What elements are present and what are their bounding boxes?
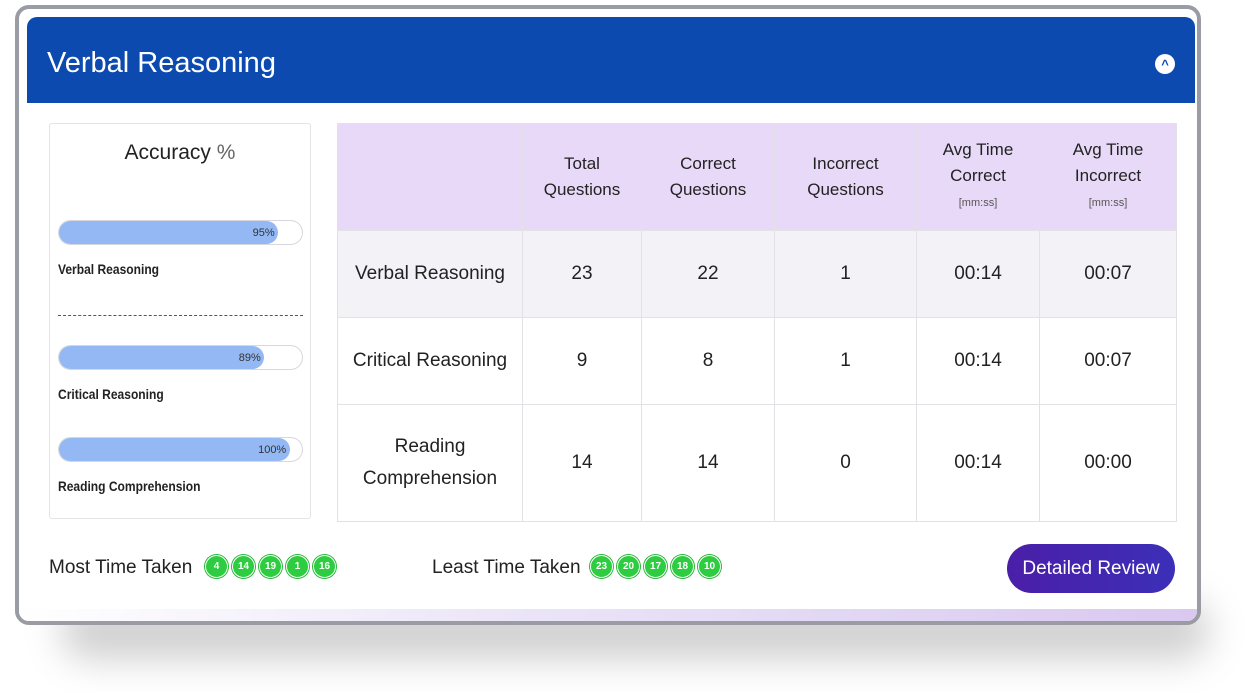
row-name: Reading [394, 436, 466, 457]
header-unit: [mm:ss] [1088, 197, 1128, 209]
section-header[interactable]: Verbal Reasoning ^ [27, 17, 1195, 103]
table-header-cell: Total Questions [522, 123, 642, 231]
header-line: Questions [807, 180, 884, 199]
table-header-cell: Correct Questions [641, 123, 775, 231]
least-time-questions: 23 20 17 18 10 [590, 555, 721, 578]
chevron-up-icon[interactable]: ^ [1155, 54, 1175, 74]
avg-incorrect-cell: 00:07 [1039, 317, 1177, 405]
accuracy-bar: 89% [58, 345, 303, 370]
question-chip[interactable]: 20 [617, 555, 640, 578]
question-chip[interactable]: 23 [590, 555, 613, 578]
total-cell: 14 [522, 404, 642, 522]
total-cell: 23 [522, 230, 642, 318]
row-name-cell: Verbal Reasoning [337, 230, 523, 318]
header-unit: [mm:ss] [958, 197, 998, 209]
accuracy-bar-label: Critical Reasoning [58, 386, 164, 402]
table-header-cell: Avg Time Correct [mm:ss] [916, 123, 1040, 231]
verbal-reasoning-card: Verbal Reasoning ^ Accuracy % 95% Verbal… [15, 5, 1201, 625]
accuracy-bar: 95% [58, 220, 303, 245]
question-chip[interactable]: 18 [671, 555, 694, 578]
accuracy-bar-label: Verbal Reasoning [58, 261, 160, 277]
incorrect-cell: 0 [774, 404, 917, 522]
total-cell: 9 [522, 317, 642, 405]
correct-cell: 22 [641, 230, 775, 318]
divider [58, 315, 303, 316]
avg-correct-cell: 00:14 [916, 317, 1040, 405]
question-chip[interactable]: 19 [259, 555, 282, 578]
avg-incorrect-cell: 00:07 [1039, 230, 1177, 318]
accuracy-bar-value: 95% [252, 227, 275, 239]
table-header-cell [337, 123, 523, 231]
accuracy-bar-label: Reading Comprehension [58, 478, 201, 494]
header-line: Avg Time [942, 140, 1014, 159]
least-time-label: Least Time Taken [432, 557, 581, 578]
question-chip[interactable]: 4 [205, 555, 228, 578]
row-name: Verbal Reasoning [355, 263, 505, 284]
question-chip[interactable]: 14 [232, 555, 255, 578]
detailed-review-button[interactable]: Detailed Review [1007, 544, 1175, 593]
question-chip[interactable]: 16 [313, 555, 336, 578]
header-line: Correct [950, 166, 1006, 185]
accuracy-bar: 100% [58, 437, 303, 462]
accuracy-title-text: Accuracy [124, 141, 211, 164]
header-line: Avg Time [1072, 140, 1144, 159]
accuracy-bar-value: 100% [258, 444, 287, 456]
correct-cell: 14 [641, 404, 775, 522]
correct-cell: 8 [641, 317, 775, 405]
incorrect-cell: 1 [774, 230, 917, 318]
row-name: Critical Reasoning [352, 350, 508, 371]
accuracy-bar-fill [59, 346, 265, 369]
table-header-cell: Incorrect Questions [774, 123, 917, 231]
question-chip[interactable]: 17 [644, 555, 667, 578]
section-title: Verbal Reasoning [47, 47, 276, 79]
header-line: Questions [543, 180, 621, 199]
most-time-questions: 4 14 19 1 16 [205, 555, 336, 578]
row-name: Comprehension [362, 468, 498, 489]
table-row: Critical Reasoning 9 8 1 00:14 00:07 [337, 317, 1177, 405]
table-row: Verbal Reasoning 23 22 1 00:14 00:07 [337, 230, 1177, 318]
table-header-cell: Avg Time Incorrect [mm:ss] [1039, 123, 1177, 231]
accuracy-bar-value: 89% [238, 352, 261, 364]
accuracy-title-pct: % [216, 141, 236, 164]
accuracy-bar-fill [59, 221, 279, 244]
stats-table: Total Questions Correct Questions Incorr… [337, 123, 1177, 522]
question-chip[interactable]: 10 [698, 555, 721, 578]
question-chip[interactable]: 1 [286, 555, 309, 578]
header-line: Incorrect [812, 154, 879, 173]
table-header-row: Total Questions Correct Questions Incorr… [337, 123, 1177, 231]
accuracy-title: Accuracy % [50, 141, 310, 165]
row-name-cell: Critical Reasoning [337, 317, 523, 405]
header-line: Total [564, 154, 600, 173]
bottom-strip [19, 609, 1197, 621]
avg-correct-cell: 00:14 [916, 404, 1040, 522]
row-name-cell: Reading Comprehension [337, 404, 523, 522]
incorrect-cell: 1 [774, 317, 917, 405]
header-line: Questions [669, 180, 747, 199]
accuracy-panel: Accuracy % 95% Verbal Reasoning 89% Crit… [49, 123, 311, 519]
accuracy-bar-fill [59, 438, 290, 461]
header-line: Correct [680, 154, 736, 173]
table-row: Reading Comprehension 14 14 0 00:14 00:0… [337, 404, 1177, 522]
most-time-label: Most Time Taken [49, 557, 193, 578]
avg-correct-cell: 00:14 [916, 230, 1040, 318]
header-line: Incorrect [1074, 166, 1142, 185]
avg-incorrect-cell: 00:00 [1039, 404, 1177, 522]
